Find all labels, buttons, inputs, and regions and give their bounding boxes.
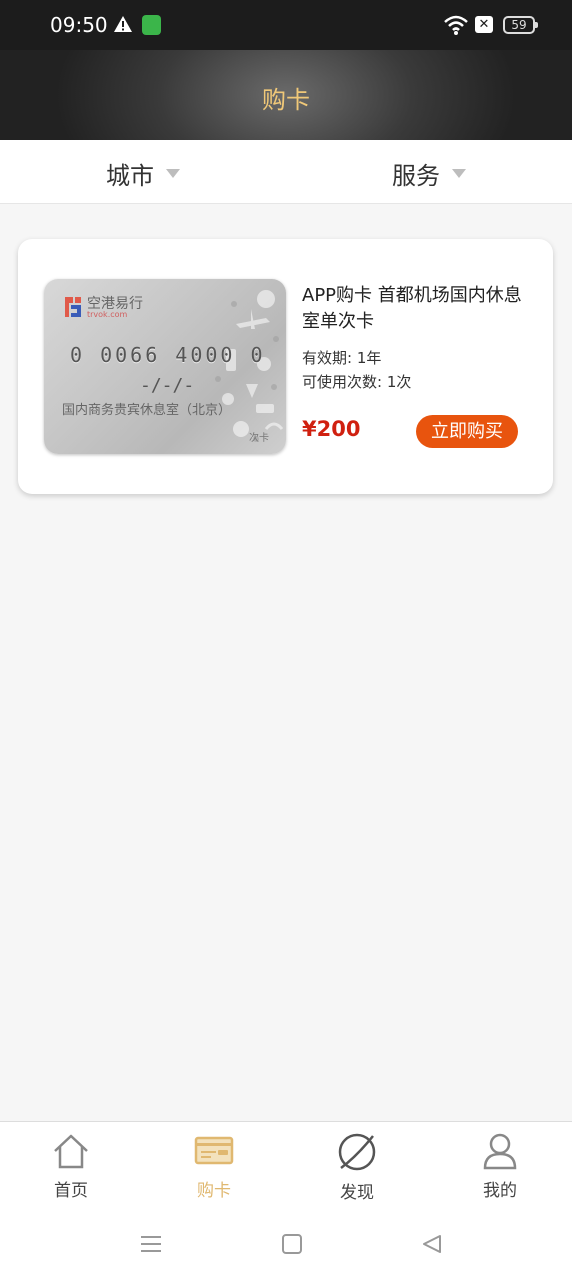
back-icon[interactable]	[421, 1233, 443, 1255]
status-bar: 09:50 ✕ 59	[0, 0, 572, 50]
brand-domain: trvok.com	[87, 310, 128, 319]
nav-item-home[interactable]: 首页	[21, 1132, 121, 1208]
home-icon	[54, 1134, 88, 1169]
app-notification-icon	[142, 15, 161, 35]
uses-text: 可使用次数: 1次	[302, 373, 412, 391]
card-number: 0 0066 4000 0	[70, 343, 266, 367]
page-title: 购卡	[262, 86, 310, 114]
logo-icon	[65, 297, 81, 317]
nav-label: 发现	[340, 1183, 374, 1203]
nav-label: 购卡	[197, 1181, 231, 1201]
product-card[interactable]: 空港易行 trvok.com 0 0066 4000 0 -/-/- 国内商务贵…	[18, 239, 553, 494]
user-icon	[483, 1133, 517, 1170]
service-filter[interactable]: 服务	[392, 156, 466, 191]
nav-label: 首页	[54, 1181, 88, 1201]
home-button-icon[interactable]	[281, 1233, 303, 1255]
card-icon	[194, 1136, 234, 1165]
warning-icon	[114, 16, 132, 32]
bottom-nav: 首页 购卡 发现 我的	[0, 1121, 572, 1211]
title-bar: 购卡	[0, 50, 572, 140]
buy-now-button[interactable]: 立即购买	[416, 415, 518, 448]
city-filter[interactable]: 城市	[106, 156, 180, 191]
no-sim-icon: ✕	[475, 16, 493, 33]
nav-label: 我的	[483, 1181, 517, 1201]
menu-icon[interactable]	[140, 1233, 162, 1255]
planet-icon	[338, 1133, 376, 1171]
product-title: APP购卡 首都机场国内休息室单次卡	[302, 285, 522, 332]
caret-down-icon	[166, 169, 180, 178]
card-caption: 国内商务贵宾休息室（北京）	[62, 403, 232, 418]
card-date: -/-/-	[140, 375, 195, 396]
nav-item-buy-card[interactable]: 购卡	[164, 1132, 264, 1208]
battery-icon: 59	[503, 16, 538, 34]
nav-item-discover[interactable]: 发现	[307, 1132, 407, 1208]
filter-bar: 城市 服务	[0, 140, 572, 204]
card-image[interactable]: 空港易行 trvok.com 0 0066 4000 0 -/-/- 国内商务贵…	[44, 279, 286, 454]
system-navigation-bar	[0, 1211, 572, 1280]
nav-item-me[interactable]: 我的	[450, 1132, 550, 1208]
card-type: 次卡	[249, 433, 269, 444]
validity-text: 有效期: 1年	[302, 349, 382, 367]
price: ¥200	[302, 417, 361, 441]
city-filter-label: 城市	[106, 162, 154, 190]
status-time: 09:50	[50, 13, 108, 37]
service-filter-label: 服务	[392, 162, 440, 190]
wifi-icon	[444, 15, 468, 35]
caret-down-icon	[452, 169, 466, 178]
